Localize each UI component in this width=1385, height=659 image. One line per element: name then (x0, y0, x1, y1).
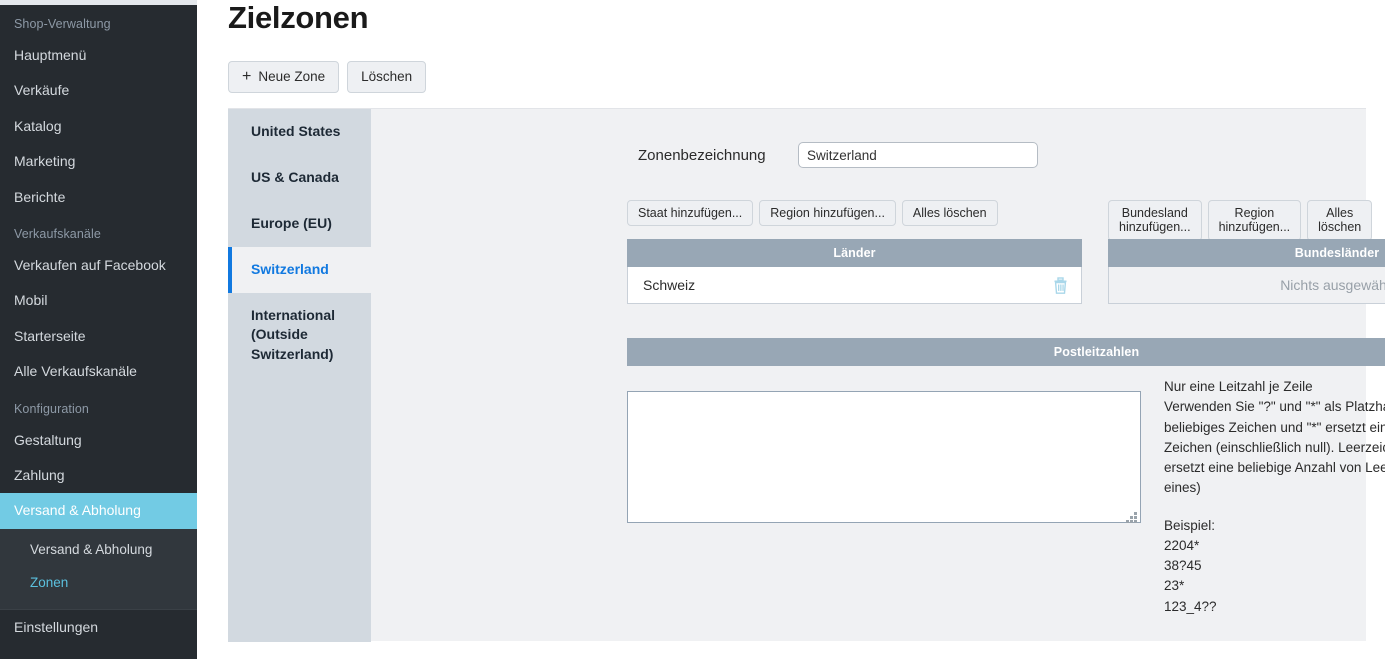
delete-button-label: Löschen (361, 68, 413, 84)
zone-list: United States US & Canada Europe (EU) Sw… (228, 109, 371, 642)
states-table-header: Bundesländer (1108, 239, 1385, 267)
zip-hint-example-0: 2204* (1164, 537, 1200, 553)
sidebar-item-berichte[interactable]: Berichte (0, 180, 197, 215)
states-button-row: Bundesland hinzufügen... Region hinzufüg… (1108, 200, 1373, 241)
trash-icon[interactable] (1052, 276, 1069, 295)
zip-hint-line2: Verwenden Sie "?" und "*" als Platzhalte… (1164, 399, 1385, 496)
countries-table: Länder Schweiz (627, 239, 1082, 304)
delete-button[interactable]: Löschen (347, 61, 427, 93)
new-zone-button[interactable]: + Neue Zone (228, 61, 340, 93)
zip-hint-examples-title: Beispiel: (1164, 517, 1216, 533)
plus-icon: + (242, 68, 252, 85)
zone-name-input[interactable] (798, 142, 1038, 168)
sidebar: Shop-Verwaltung Hauptmenü Verkäufe Katal… (0, 0, 197, 659)
clear-all-button-countries[interactable]: Alles löschen (901, 200, 998, 227)
add-region-button-countries[interactable]: Region hinzufügen... (759, 200, 896, 227)
zone-form: Zonenbezeichnung Staat hinzufügen... Reg… (371, 109, 1385, 642)
zip-hint-examples: Beispiel: 2204* 38?45 23* 123_4?? (1164, 516, 1385, 617)
sidebar-section-konfiguration: Konfiguration (14, 401, 89, 416)
app-root: Shop-Verwaltung Hauptmenü Verkäufe Katal… (0, 0, 1385, 659)
sidebar-section-verkaufskanaele: Verkaufskanäle (14, 226, 101, 241)
sidebar-subitem-zonen[interactable]: Zonen (0, 566, 197, 599)
zip-textarea[interactable] (627, 391, 1141, 523)
zone-name-row: Zonenbezeichnung (638, 142, 1038, 168)
sidebar-item-marketing[interactable]: Marketing (0, 144, 197, 179)
sidebar-bottom-group: Einstellungen (0, 608, 197, 645)
sidebar-item-katalog[interactable]: Katalog (0, 109, 197, 144)
country-row-label: Schweiz (643, 277, 696, 293)
sidebar-item-verkaufen-auf-facebook[interactable]: Verkaufen auf Facebook (0, 248, 197, 283)
sidebar-item-starterseite[interactable]: Starterseite (0, 319, 197, 354)
zip-hint: Nur eine Leitzahl je Zeile Verwenden Sie… (1164, 377, 1385, 617)
zip-hint-example-2: 23* (1164, 578, 1185, 594)
sidebar-item-gestaltung[interactable]: Gestaltung (0, 423, 197, 458)
sidebar-item-alle-verkaufskanaele[interactable]: Alle Verkaufskanäle (0, 354, 197, 389)
sidebar-item-mobil[interactable]: Mobil (0, 283, 197, 318)
zip-table-header: Postleitzahlen (627, 338, 1385, 366)
sidebar-subitem-versand-abholung[interactable]: Versand & Abholung (0, 533, 197, 566)
sidebar-section-shop-verwaltung: Shop-Verwaltung (14, 17, 111, 31)
zone-list-item-europe-eu[interactable]: Europe (EU) (228, 201, 371, 247)
zone-list-item-international[interactable]: International (Outside Switzerland) (228, 293, 371, 379)
zone-list-item-united-states[interactable]: United States (228, 109, 371, 155)
countries-table-header: Länder (627, 239, 1082, 267)
table-row[interactable]: Schweiz (627, 267, 1082, 304)
sidebar-subnav: Versand & Abholung Zonen (0, 528, 197, 609)
add-state-button[interactable]: Staat hinzufügen... (627, 200, 754, 227)
zip-hint-line1: Nur eine Leitzahl je Zeile (1164, 379, 1313, 394)
add-federal-state-button[interactable]: Bundesland hinzufügen... (1108, 200, 1202, 241)
sidebar-item-hauptmenue[interactable]: Hauptmenü (0, 38, 197, 73)
sidebar-top-strip (0, 0, 197, 5)
states-table-empty: Nichts ausgewählt (1108, 267, 1385, 304)
zip-hint-example-1: 38?45 (1164, 558, 1202, 573)
clear-all-button-states[interactable]: Alles löschen (1307, 200, 1373, 241)
page-title: Zielzonen (228, 0, 369, 35)
zip-table: Postleitzahlen (627, 338, 1385, 366)
sidebar-item-verkaeufe[interactable]: Verkäufe (0, 73, 197, 108)
content-panel: United States US & Canada Europe (EU) Sw… (228, 108, 1385, 642)
zone-list-item-us-canada[interactable]: US & Canada (228, 155, 371, 201)
states-table: Bundesländer Nichts ausgewählt (1108, 239, 1385, 304)
countries-button-row: Staat hinzufügen... Region hinzufügen...… (627, 200, 998, 227)
zone-name-label: Zonenbezeichnung (638, 146, 766, 164)
toolbar: + Neue Zone Löschen (228, 61, 427, 93)
sidebar-item-versand-abholung[interactable]: Versand & Abholung (0, 493, 197, 529)
zone-list-item-switzerland[interactable]: Switzerland (228, 246, 371, 293)
new-zone-button-label: Neue Zone (258, 68, 326, 84)
sidebar-item-einstellungen[interactable]: Einstellungen (0, 610, 197, 645)
zip-input-area (627, 391, 1141, 528)
zip-hint-example-3: 123_4?? (1164, 598, 1217, 614)
sidebar-item-zahlung[interactable]: Zahlung (0, 458, 197, 493)
add-region-button-states[interactable]: Region hinzufügen... (1207, 200, 1302, 241)
